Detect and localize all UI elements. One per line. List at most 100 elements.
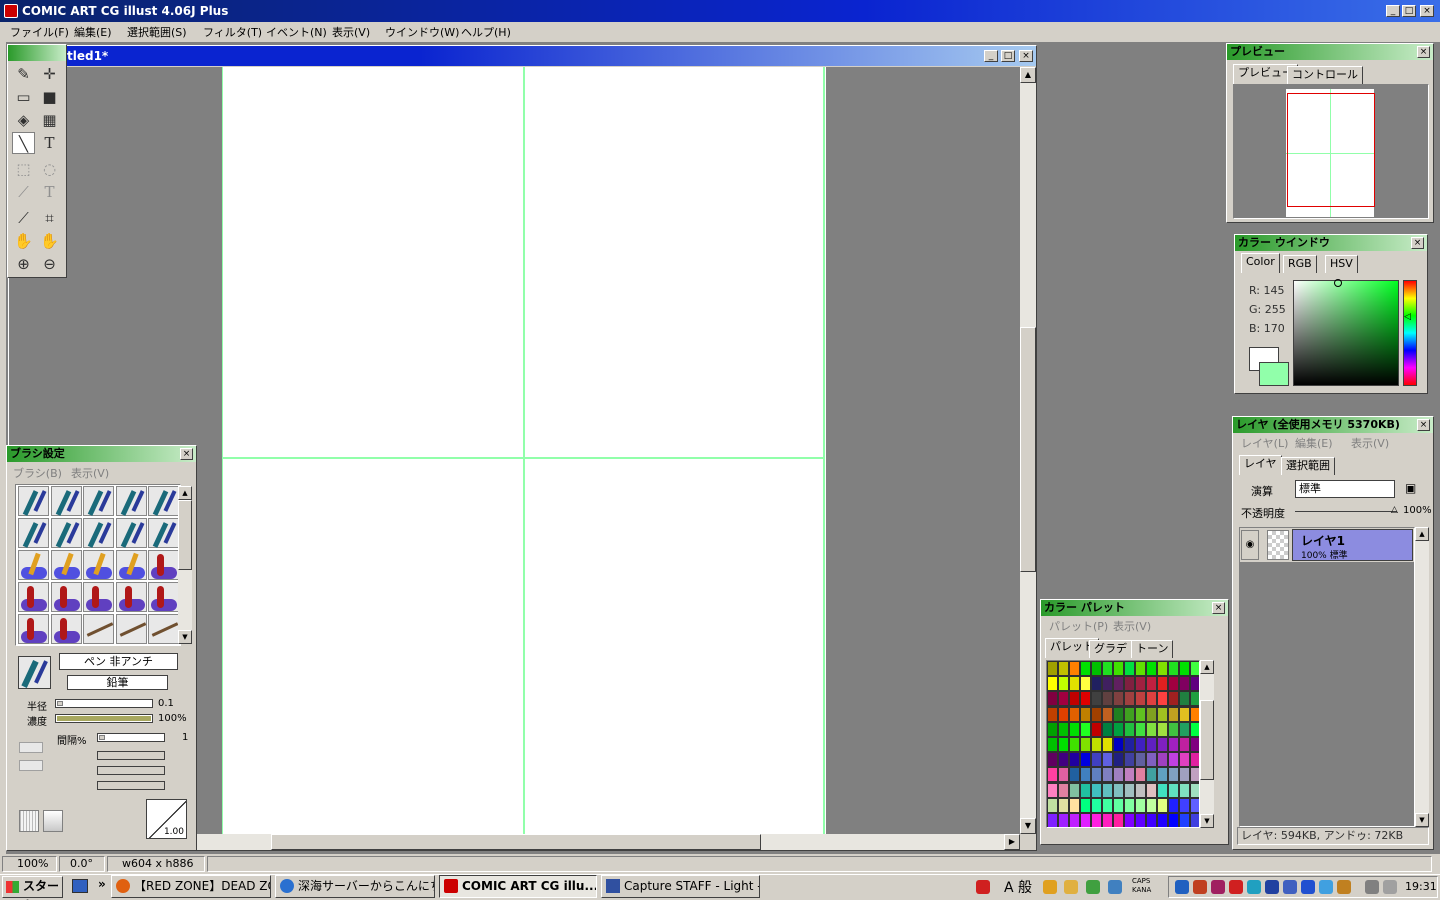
- brush-preset-air-icon[interactable]: [115, 614, 147, 644]
- palette-swatch[interactable]: [1048, 768, 1058, 783]
- brush-preset-pen-icon[interactable]: [115, 486, 147, 516]
- palette-swatch[interactable]: [1059, 722, 1069, 737]
- tray-network-icon[interactable]: [1365, 880, 1379, 894]
- menu-select[interactable]: 選択範囲(S): [127, 24, 187, 40]
- palette-swatch[interactable]: [1092, 738, 1102, 752]
- palette-swatch[interactable]: [1092, 722, 1102, 737]
- tray-app6-icon[interactable]: [1265, 880, 1279, 894]
- palette-swatch[interactable]: [1169, 722, 1179, 737]
- palette-swatch[interactable]: [1180, 707, 1190, 722]
- palette-swatch[interactable]: [1081, 662, 1091, 676]
- palette-swatch[interactable]: [1125, 814, 1135, 827]
- brush-scroll-thumb[interactable]: [178, 500, 192, 570]
- palette-swatch[interactable]: [1103, 692, 1113, 707]
- palette-swatch[interactable]: [1191, 677, 1199, 692]
- palette-swatch[interactable]: [1081, 707, 1091, 722]
- palette-swatch[interactable]: [1180, 677, 1190, 692]
- brush-preset-pen-icon[interactable]: [148, 486, 179, 516]
- palette-swatch[interactable]: [1048, 798, 1058, 813]
- gradient-tool-icon[interactable]: ▦: [38, 109, 61, 131]
- pressure-curve-box[interactable]: 1.00: [146, 799, 187, 839]
- palette-menu-view[interactable]: 表示(V): [1113, 618, 1151, 634]
- line-tool-icon[interactable]: ╲: [12, 132, 35, 154]
- palette-swatch[interactable]: [1191, 662, 1199, 676]
- layer-selected-highlight[interactable]: レイヤ1 100% 標準: [1292, 529, 1413, 561]
- tab-rgb[interactable]: RGB: [1283, 255, 1317, 273]
- palette-swatch[interactable]: [1169, 662, 1179, 676]
- palette-swatch[interactable]: [1147, 662, 1157, 676]
- start-button[interactable]: スタート: [2, 876, 63, 900]
- palette-swatch[interactable]: [1048, 722, 1058, 737]
- palette-swatch[interactable]: [1147, 722, 1157, 737]
- preview-view-rect[interactable]: [1287, 93, 1375, 207]
- tab-layer[interactable]: レイヤ: [1239, 455, 1282, 475]
- ime-mode[interactable]: A 般: [1004, 877, 1032, 897]
- brush-scroll-down[interactable]: ▼: [178, 630, 192, 644]
- palette-close-button[interactable]: ×: [1212, 602, 1225, 614]
- brush-preset-hook-icon[interactable]: [50, 582, 82, 612]
- palette-menu-palette[interactable]: パレット(P): [1049, 618, 1108, 634]
- tab-color[interactable]: Color: [1241, 253, 1280, 273]
- palette-swatch[interactable]: [1180, 662, 1190, 676]
- document-title-bar[interactable]: tled1* _ □ ×: [9, 46, 1036, 66]
- palette-swatch[interactable]: [1092, 814, 1102, 827]
- palette-swatch[interactable]: [1114, 753, 1124, 768]
- palette-swatch[interactable]: [1092, 707, 1102, 722]
- density-slider[interactable]: [55, 714, 153, 723]
- brush-name-field[interactable]: ペン 非アンチ: [59, 653, 178, 670]
- palette-swatch[interactable]: [1114, 707, 1124, 722]
- interval-slider[interactable]: [97, 733, 165, 742]
- brush-panel-title[interactable]: ブラシ設定: [7, 446, 196, 462]
- palette-scroll-thumb[interactable]: [1200, 700, 1214, 780]
- tab-control[interactable]: コントロール: [1287, 66, 1363, 84]
- palette-swatch[interactable]: [1048, 662, 1058, 676]
- palette-swatch[interactable]: [1114, 677, 1124, 692]
- palette-swatch[interactable]: [1136, 722, 1146, 737]
- palette-swatch[interactable]: [1125, 768, 1135, 783]
- palette-swatch[interactable]: [1103, 814, 1113, 827]
- palette-swatch[interactable]: [1081, 768, 1091, 783]
- text-tool-icon[interactable]: T: [38, 132, 61, 154]
- palette-panel-title[interactable]: カラー パレット: [1041, 600, 1228, 616]
- palette-swatch[interactable]: [1158, 692, 1168, 707]
- palette-swatch[interactable]: [1136, 798, 1146, 813]
- layer-visibility-eye-icon[interactable]: ◉: [1241, 530, 1259, 560]
- palette-scroll-up[interactable]: ▲: [1200, 660, 1214, 674]
- palette-swatch[interactable]: [1191, 768, 1199, 783]
- palette-swatch[interactable]: [1125, 692, 1135, 707]
- palette-swatch[interactable]: [1081, 798, 1091, 813]
- rect-outline-tool-icon[interactable]: ▭: [12, 86, 35, 108]
- brush-menu-brush[interactable]: ブラシ(B): [13, 465, 62, 481]
- brush-preset-pen-icon[interactable]: [50, 486, 82, 516]
- palette-swatch[interactable]: [1114, 798, 1124, 813]
- tray-app4-icon[interactable]: [1229, 880, 1243, 894]
- saturation-value-picker[interactable]: [1293, 279, 1399, 386]
- tray-app8-icon[interactable]: [1301, 880, 1315, 894]
- palette-swatch[interactable]: [1081, 722, 1091, 737]
- palette-swatch[interactable]: [1180, 692, 1190, 707]
- pen-tool-icon[interactable]: ✎: [12, 63, 35, 85]
- scroll-up-button[interactable]: ▲: [1020, 67, 1036, 83]
- brush-scroll-up[interactable]: ▲: [178, 486, 192, 500]
- palette-swatch[interactable]: [1180, 783, 1190, 798]
- palette-swatch[interactable]: [1114, 692, 1124, 707]
- tray-app10-icon[interactable]: [1337, 880, 1351, 894]
- brush-preset-pen-icon[interactable]: [18, 486, 49, 516]
- tab-hsv[interactable]: HSV: [1325, 255, 1358, 273]
- palette-swatch[interactable]: [1180, 768, 1190, 783]
- layer-menu-edit[interactable]: 編集(E): [1295, 435, 1333, 451]
- palette-swatch[interactable]: [1070, 798, 1080, 813]
- palette-swatch[interactable]: [1169, 692, 1179, 707]
- palette-swatch[interactable]: [1136, 692, 1146, 707]
- palette-swatch[interactable]: [1125, 662, 1135, 676]
- palette-swatch[interactable]: [1191, 753, 1199, 768]
- palette-swatch[interactable]: [1147, 677, 1157, 692]
- palette-swatch[interactable]: [1059, 692, 1069, 707]
- brush-preset-brush-icon[interactable]: [115, 550, 147, 580]
- palette-swatch[interactable]: [1114, 814, 1124, 827]
- menu-file[interactable]: ファイル(F): [10, 24, 69, 40]
- layer-menu-layer[interactable]: レイヤ(L): [1241, 435, 1288, 451]
- palette-swatch[interactable]: [1136, 783, 1146, 798]
- show-desktop-icon[interactable]: [72, 879, 88, 893]
- palette-swatch[interactable]: [1048, 783, 1058, 798]
